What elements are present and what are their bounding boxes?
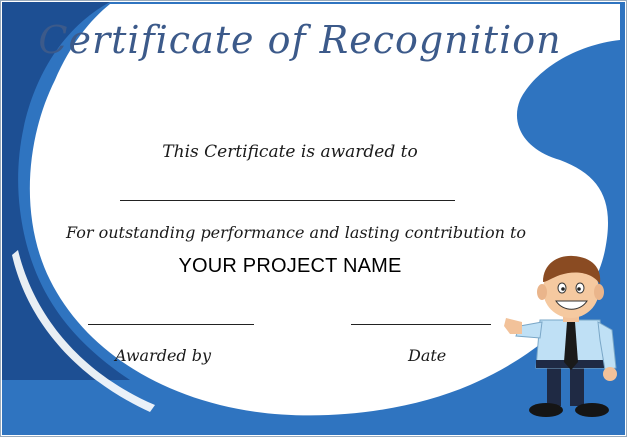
certificate-background: [0, 0, 627, 437]
date-line: [351, 324, 491, 325]
project-name: YOUR PROJECT NAME: [178, 255, 402, 277]
awarded-to-text: This Certificate is awarded to: [162, 142, 418, 162]
signature-line: [88, 324, 254, 325]
certificate-page: Certificate of Recognition This Certific…: [0, 0, 627, 437]
awarded-by-label: Awarded by: [115, 346, 212, 365]
recipient-name-line: [120, 200, 455, 201]
certificate-title: Certificate of Recognition: [38, 18, 562, 62]
reason-text: For outstanding performance and lasting …: [66, 223, 527, 242]
date-label: Date: [408, 346, 447, 365]
